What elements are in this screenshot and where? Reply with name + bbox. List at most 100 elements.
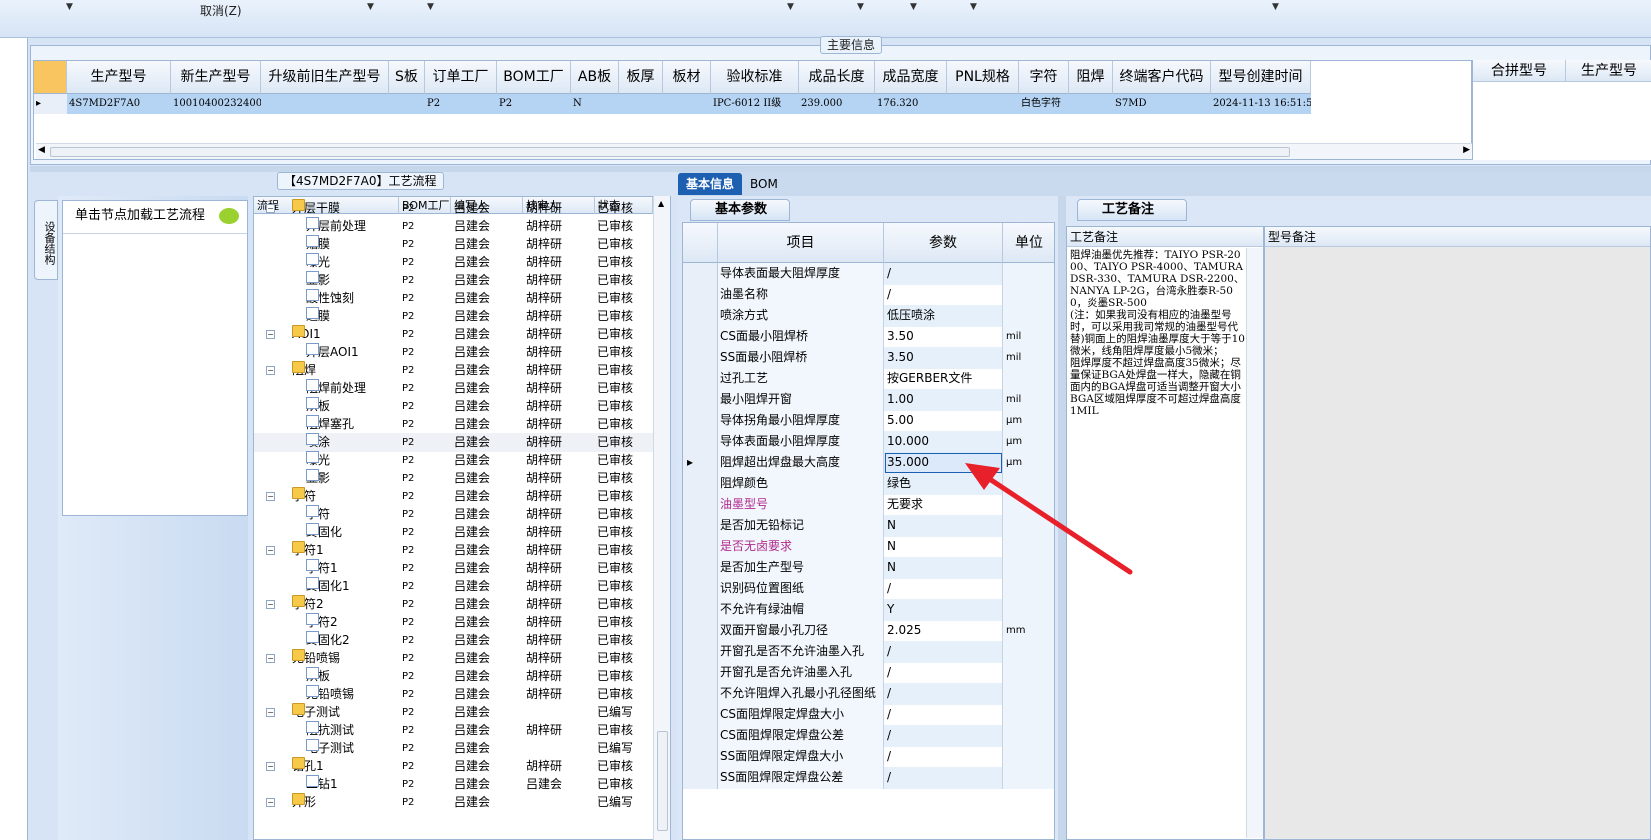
column-header[interactable]: 板厚 [619, 61, 663, 94]
table-cell[interactable]: 白色字符 [1019, 94, 1069, 114]
param-row[interactable]: 最小阻焊开窗 1.00 mil [683, 389, 1054, 411]
vertical-splitter[interactable] [1058, 196, 1066, 840]
collapse-toggle-icon[interactable]: − [266, 366, 275, 375]
side-vertical-tab[interactable]: 设备结构 [34, 200, 58, 280]
tree-row[interactable]: 字符 P2 吕建会 胡梓研 已审核 [254, 505, 654, 524]
param-value[interactable]: / [884, 662, 1003, 684]
side-header[interactable]: 单击节点加载工艺流程 [63, 201, 247, 234]
scroll-left-icon[interactable]: ◀ [38, 145, 45, 155]
collapse-toggle-icon[interactable]: − [266, 762, 275, 771]
tree-row[interactable]: 阻抗测试 P2 吕建会 胡梓研 已审核 [254, 721, 654, 740]
tree-row[interactable]: 电子测试 P2 吕建会 已编写 [254, 739, 654, 758]
tab-basic-info[interactable]: 基本信息 [678, 173, 743, 195]
scrollbar-thumb[interactable] [657, 731, 668, 831]
tree-row[interactable]: 显影 P2 吕建会 胡梓研 已审核 [254, 271, 654, 290]
column-header[interactable]: 生产型号 [67, 61, 171, 94]
param-row[interactable]: 油墨型号 无要求 [683, 494, 1054, 516]
tree-node[interactable]: 终固化1 [306, 577, 350, 596]
table-cell[interactable]: 4S7MD2F7A0 [67, 94, 171, 114]
tree-node[interactable]: AOI1 [292, 325, 321, 344]
tree-node[interactable]: 阻焊 [292, 361, 316, 380]
tree-row[interactable]: 阻焊塞孔 P2 吕建会 胡梓研 已审核 [254, 415, 654, 434]
param-value[interactable]: 按GERBER文件 [884, 368, 1003, 390]
param-row[interactable]: SS面阻焊限定焊盘公差 / [683, 767, 1054, 789]
table-cell[interactable]: S7MD [1113, 94, 1211, 114]
tree-row[interactable]: 二钻1 P2 吕建会 吕建会 已审核 [254, 775, 654, 794]
param-value[interactable]: / [884, 704, 1003, 726]
tree-row[interactable]: 终固化1 P2 吕建会 胡梓研 已审核 [254, 577, 654, 596]
tree-row[interactable]: 退膜 P2 吕建会 胡梓研 已审核 [254, 307, 654, 326]
column-header[interactable]: BOM工厂 [497, 61, 571, 94]
param-value[interactable]: N [884, 536, 1003, 558]
tree-node[interactable]: 显影 [306, 469, 330, 488]
collapse-toggle-icon[interactable]: − [266, 708, 275, 717]
table-cell[interactable] [619, 94, 663, 114]
collapse-toggle-icon[interactable]: − [266, 600, 275, 609]
column-header[interactable]: S板 [389, 61, 425, 94]
column-header[interactable]: PNL规格 [947, 61, 1019, 94]
param-value[interactable]: 10.000 [884, 431, 1003, 453]
tree-node[interactable]: 外层前处理 [306, 217, 366, 236]
tree-row[interactable]: 烘板 P2 吕建会 胡梓研 已审核 [254, 667, 654, 686]
tree-node[interactable]: 外形 [292, 793, 316, 812]
param-row[interactable]: 导体拐角最小阻焊厚度 5.00 μm [683, 410, 1054, 432]
param-value[interactable]: 3.50 [884, 347, 1003, 369]
tree-node[interactable]: 终固化 [306, 523, 342, 542]
merge-column-header[interactable]: 合拼型号 [1473, 60, 1566, 82]
tree-row[interactable]: 显影 P2 吕建会 胡梓研 已审核 [254, 469, 654, 488]
param-row[interactable]: 喷涂方式 低压喷涂 [683, 305, 1054, 327]
tree-node[interactable]: 曝光 [306, 253, 330, 272]
collapse-toggle-icon[interactable]: − [266, 654, 275, 663]
column-header[interactable]: 新生产型号 [171, 61, 261, 94]
tree-row[interactable]: 外层AOI1 P2 吕建会 胡梓研 已审核 [254, 343, 654, 362]
column-header[interactable]: 阻焊 [1069, 61, 1113, 94]
scroll-right-icon[interactable]: ▶ [1463, 145, 1470, 155]
chevron-down-icon[interactable]: ▼ [1272, 2, 1279, 12]
table-cell[interactable]: 239.000 [799, 94, 875, 114]
tree-row[interactable]: − AOI1 P2 吕建会 胡梓研 已审核 [254, 325, 654, 344]
tree-node[interactable]: 酸性蚀刻 [306, 289, 354, 308]
chevron-down-icon[interactable]: ▼ [787, 2, 794, 12]
merge-column-header[interactable]: 生产型号 [1566, 60, 1651, 82]
tree-node[interactable]: 无铅喷锡 [292, 649, 340, 668]
param-row[interactable]: 是否无卤要求 N [683, 536, 1054, 558]
tree-row[interactable]: 曝光 P2 吕建会 胡梓研 已审核 [254, 451, 654, 470]
tree-node[interactable]: 烘板 [306, 397, 330, 416]
param-row[interactable]: 导体表面最大阻焊厚度 / [683, 263, 1054, 285]
table-cell[interactable]: P2 [425, 94, 497, 114]
chevron-down-icon[interactable]: ▼ [970, 2, 977, 12]
chevron-down-icon[interactable]: ▼ [66, 2, 73, 12]
tree-row[interactable]: 阻焊前处理 P2 吕建会 胡梓研 已审核 [254, 379, 654, 398]
param-row[interactable]: CS面最小阻焊桥 3.50 mil [683, 326, 1054, 348]
param-value[interactable]: 3.50 [884, 326, 1003, 348]
tree-row[interactable]: 外层前处理 P2 吕建会 胡梓研 已审核 [254, 217, 654, 236]
tree-node[interactable]: 字符2 [306, 613, 338, 632]
horizontal-scrollbar[interactable]: ▶ ◀ [36, 143, 1472, 159]
param-row[interactable]: CS面阻焊限定焊盘公差 / [683, 725, 1054, 747]
tree-row[interactable]: 字符2 P2 吕建会 胡梓研 已审核 [254, 613, 654, 632]
param-row[interactable]: SS面阻焊限定焊盘大小 / [683, 746, 1054, 768]
tree-node[interactable]: 外层AOI1 [306, 343, 359, 362]
column-header-unit[interactable]: 单位 [1003, 223, 1054, 263]
tree-row[interactable]: − 字符2 P2 吕建会 胡梓研 已审核 [254, 595, 654, 614]
tree-row[interactable]: 喷涂 P2 吕建会 胡梓研 已审核 [254, 433, 654, 452]
collapse-toggle-icon[interactable]: − [266, 798, 275, 807]
tree-node[interactable]: 字符 [306, 505, 330, 524]
param-value[interactable]: 低压喷涂 [884, 305, 1003, 327]
table-cell[interactable]: P2 [497, 94, 571, 114]
collapse-toggle-icon[interactable]: − [266, 492, 275, 501]
table-cell[interactable]: 176.320 [875, 94, 947, 114]
column-header[interactable]: 成品宽度 [875, 61, 947, 94]
tree-node[interactable]: 电子测试 [292, 703, 340, 722]
tree-node[interactable]: 终固化2 [306, 631, 350, 650]
param-row[interactable]: 双面开窗最小孔刀径 2.025 mm [683, 620, 1054, 642]
tree-row[interactable]: − 外形 P2 吕建会 已编写 [254, 793, 654, 812]
param-value[interactable]: 绿色 [884, 473, 1003, 495]
collapse-toggle-icon[interactable]: − [266, 546, 275, 555]
row-indicator[interactable]: ▸ [34, 94, 67, 114]
scroll-up-icon[interactable]: ▲ [658, 199, 664, 208]
tree-node[interactable]: 电子测试 [306, 739, 354, 758]
tree-node[interactable]: 曝光 [306, 451, 330, 470]
param-value[interactable]: / [884, 683, 1003, 705]
tree-node[interactable]: 字符2 [292, 595, 324, 614]
